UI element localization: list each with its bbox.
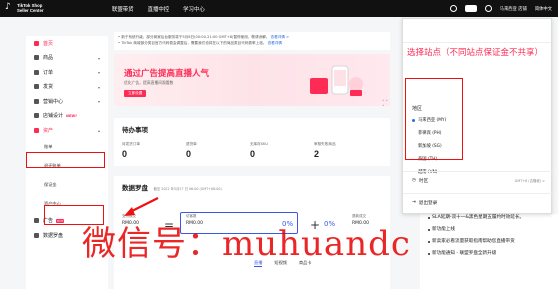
chevron-down-icon: ▾ xyxy=(97,99,100,104)
sidebar-item-label: 数据罗盘 xyxy=(43,232,64,239)
brand-logo[interactable]: TikTok Shop Seller Center xyxy=(4,2,112,14)
ads-icon xyxy=(34,218,39,224)
dropdown-header xyxy=(403,19,551,43)
annotation-text: 选择站点（不同站点保证金不共享） xyxy=(407,48,544,58)
banner-illustration xyxy=(310,65,363,96)
todo-out-of-stock[interactable]: 无库存SKU 0 xyxy=(250,142,314,159)
home-icon xyxy=(34,40,39,46)
highlight-region-list xyxy=(405,78,463,160)
notice-line1: • 新于系统升级，部分商家后台服务将于5月8日(00:00-21:00 GMT+… xyxy=(118,35,270,39)
highlight-assets xyxy=(26,152,105,168)
promo-banner[interactable]: 通过广告提高直播人气 优化广告，提高直播间观看数 立即设置 • • • xyxy=(114,54,390,106)
banner-subtitle: 优化广告，提高直播间观看数 xyxy=(124,80,174,85)
announcement-item[interactable]: 新功能上线 xyxy=(428,226,550,233)
sidebar-item-label: 营销中心 xyxy=(43,98,64,105)
chevron-up-icon: ▴ xyxy=(97,128,100,133)
sidebar-item-label: 店铺设计 xyxy=(43,113,64,120)
nav-affiliate[interactable]: 联盟带货 xyxy=(112,5,134,13)
timezone-row[interactable]: ◷ 时区 GMT+8 (吉隆坡) > xyxy=(403,171,553,189)
sidebar-item-home[interactable]: 首页 xyxy=(26,36,108,51)
store-selector[interactable]: 马来西亚 店铺 xyxy=(500,6,527,12)
nav-live-control[interactable]: 直播中控 xyxy=(148,5,170,13)
notice-link2[interactable]: 查看详情 xyxy=(268,41,282,45)
chevron-down-icon: ▾ xyxy=(97,84,100,90)
top-right-actions: 马来西亚 店铺 简体中文 xyxy=(449,0,552,17)
todo-title: 待办事项 xyxy=(122,126,148,134)
sidebar-item-marketing[interactable]: 营销中心 ▾ xyxy=(26,94,108,109)
new-badge: NEW! xyxy=(66,113,77,118)
sidebar-item-shipping[interactable]: 发货 ▾ xyxy=(26,80,108,95)
chat-icon[interactable] xyxy=(464,5,477,12)
chevron-down-icon: ▾ xyxy=(97,70,100,75)
red-arrow xyxy=(124,197,159,216)
announcement-item[interactable]: SLA延期-双十一&黑色星期五履约时效延长。 xyxy=(428,214,550,221)
sidebar-item-label: 发货 xyxy=(43,84,54,91)
order-icon xyxy=(34,69,39,75)
clock-icon: ◷ xyxy=(412,178,417,183)
sidebar-item-products[interactable]: 商品 ▾ xyxy=(26,51,108,66)
todo-pending-orders[interactable]: 待发货订单 0 xyxy=(122,142,186,159)
logout-row[interactable]: ⇥ 退出登录 xyxy=(403,193,553,211)
sidebar-item-assets[interactable]: 资产 ▴ xyxy=(26,123,108,138)
sidebar-item-label: 首页 xyxy=(43,40,54,47)
top-bar: TikTok Shop Seller Center 联盟带货 直播中控 学习中心… xyxy=(0,0,558,17)
announcement-list: SLA延期-双十一&黑色星期五履约时效延长。 新功能上线 新卖家必看流量获取指南… xyxy=(420,214,558,289)
tiktok-icon xyxy=(4,2,14,14)
data-date: 截至 2022 年5月27 日 06:00 (GMT+08:00) xyxy=(153,187,222,191)
data-compass-title: 数据罗盘 xyxy=(122,184,148,192)
notice-link1[interactable]: 查看详情 > xyxy=(271,35,290,39)
brand-line2: Seller Center xyxy=(17,7,44,13)
bell-icon[interactable] xyxy=(484,5,492,12)
sidebar-subitem-deposit[interactable]: 保证金 xyxy=(26,176,108,195)
announcement-item[interactable]: 新功能通知 - 联盟罗盘全新升级 xyxy=(428,250,550,257)
headset-icon[interactable] xyxy=(449,5,457,12)
truck-icon xyxy=(34,84,39,90)
sidebar-item-label: 商品 xyxy=(43,55,54,62)
announcement-item[interactable]: 新卖家必看流量获取指南帮助您直播带货 xyxy=(428,238,550,245)
nav-learning[interactable]: 学习中心 xyxy=(183,5,205,13)
notice-line2: • TikTok 商城部分类目官方代码费会调整后，需要我们也将在以下的商品类目代… xyxy=(118,41,267,45)
sidebar-item-label: 资产 xyxy=(43,127,54,134)
todo-panel: 待办事项 待发货订单 0 退货单 0 无库存SKU 0 审核失败商品 2 xyxy=(114,118,390,166)
logout-icon: ⇥ xyxy=(412,200,416,205)
todo-failed-products[interactable]: 审核失败商品 2 xyxy=(314,142,378,159)
top-nav: 联盟带货 直播中控 学习中心 xyxy=(112,5,205,13)
banner-cta-button[interactable]: 立即设置 xyxy=(124,90,147,97)
wallet-icon xyxy=(34,127,39,133)
sidebar-item-store-design[interactable]: 店铺设计 NEW! xyxy=(26,109,108,124)
language-selector[interactable]: 简体中文 xyxy=(535,6,552,12)
sidebar-item-label: 订单 xyxy=(43,69,54,76)
box-icon xyxy=(34,55,39,61)
megaphone-icon xyxy=(34,98,39,104)
chevron-down-icon: ▾ xyxy=(97,55,100,61)
chart-icon xyxy=(34,232,39,238)
watermark: 微信号：muhuandc xyxy=(82,224,411,264)
carousel-dots[interactable]: • • • xyxy=(382,98,390,106)
banner-title: 通过广告提高直播人气 xyxy=(124,68,210,78)
todo-returns[interactable]: 退货单 0 xyxy=(186,142,250,159)
store-icon xyxy=(34,113,39,119)
sidebar-item-orders[interactable]: 订单 ▾ xyxy=(26,65,108,80)
notice-bar: • 新于系统升级，部分商家后台服务将于5月8日(00:00-21:00 GMT+… xyxy=(114,32,390,50)
